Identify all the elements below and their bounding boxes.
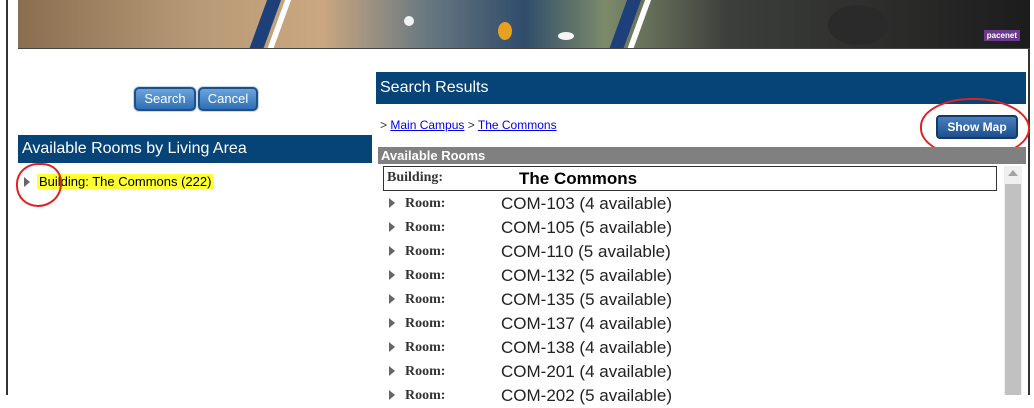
- breadcrumb-prefix: >: [380, 118, 388, 132]
- building-label: Building:: [387, 170, 444, 185]
- living-area-header: Available Rooms by Living Area: [18, 135, 372, 163]
- search-button[interactable]: Search: [134, 87, 196, 111]
- banner-logo: pacenet: [983, 30, 1020, 41]
- room-value[interactable]: COM-201 (4 available): [501, 362, 672, 382]
- room-value[interactable]: COM-138 (4 available): [501, 338, 672, 358]
- room-label: Room:: [405, 292, 446, 307]
- room-value[interactable]: COM-132 (5 available): [501, 266, 672, 286]
- expand-arrow-icon[interactable]: [389, 198, 395, 208]
- room-row[interactable]: Room: COM-135 (5 available): [383, 288, 997, 312]
- breadcrumb: > Main Campus > The Commons: [380, 118, 557, 132]
- room-label: Room:: [405, 244, 446, 259]
- room-value[interactable]: COM-202 (5 available): [501, 386, 672, 406]
- room-label: Room:: [405, 340, 446, 355]
- room-value[interactable]: COM-105 (5 available): [501, 218, 672, 238]
- expand-arrow-icon[interactable]: [389, 318, 395, 328]
- expand-arrow-icon[interactable]: [389, 246, 395, 256]
- expand-arrow-icon[interactable]: [389, 342, 395, 352]
- room-row[interactable]: Room: COM-137 (4 available): [383, 312, 997, 336]
- room-value[interactable]: COM-137 (4 available): [501, 314, 672, 334]
- search-controls: Search Cancel: [18, 70, 372, 130]
- room-value[interactable]: COM-103 (4 available): [501, 194, 672, 214]
- banner-image: pacenet: [18, 0, 1030, 49]
- room-label: Room:: [405, 220, 446, 235]
- room-row[interactable]: Room: COM-103 (4 available): [383, 192, 997, 216]
- room-list: Room: COM-103 (4 available) Room: COM-105 …: [383, 192, 997, 408]
- breadcrumb-main-campus[interactable]: Main Campus: [390, 118, 464, 132]
- room-row[interactable]: Room: COM-138 (4 available): [383, 336, 997, 360]
- room-row[interactable]: Room: COM-132 (5 available): [383, 264, 997, 288]
- room-row[interactable]: Room: COM-202 (5 available): [383, 384, 997, 408]
- room-label: Room:: [405, 316, 446, 331]
- room-row[interactable]: Room: COM-105 (5 available): [383, 216, 997, 240]
- available-rooms-header: Available Rooms: [378, 147, 1026, 164]
- room-label: Room:: [405, 196, 446, 211]
- room-value[interactable]: COM-135 (5 available): [501, 290, 672, 310]
- scroll-up-arrow-icon[interactable]: [1008, 170, 1018, 176]
- breadcrumb-the-commons[interactable]: The Commons: [478, 118, 557, 132]
- room-row[interactable]: Room: COM-110 (5 available): [383, 240, 997, 264]
- room-label: Room:: [405, 388, 446, 403]
- expand-arrow-icon[interactable]: [389, 294, 395, 304]
- room-label: Room:: [405, 268, 446, 283]
- expand-arrow-icon[interactable]: [389, 390, 395, 400]
- room-row[interactable]: Room: COM-201 (4 available): [383, 360, 997, 384]
- building-name: The Commons: [519, 169, 638, 188]
- search-results-header: Search Results: [376, 72, 1026, 104]
- building-row: Building: The Commons: [383, 166, 997, 191]
- breadcrumb-separator: >: [467, 118, 475, 132]
- room-value[interactable]: COM-110 (5 available): [501, 242, 671, 262]
- expand-arrow-icon[interactable]: [389, 366, 395, 376]
- results-scrollbar-thumb[interactable]: [1005, 184, 1021, 395]
- room-label: Room:: [405, 364, 446, 379]
- expand-arrow-icon[interactable]: [389, 222, 395, 232]
- cancel-button[interactable]: Cancel: [198, 87, 258, 111]
- expand-arrow-icon[interactable]: [389, 270, 395, 280]
- tree-item-label[interactable]: Building: The Commons (222): [37, 174, 214, 189]
